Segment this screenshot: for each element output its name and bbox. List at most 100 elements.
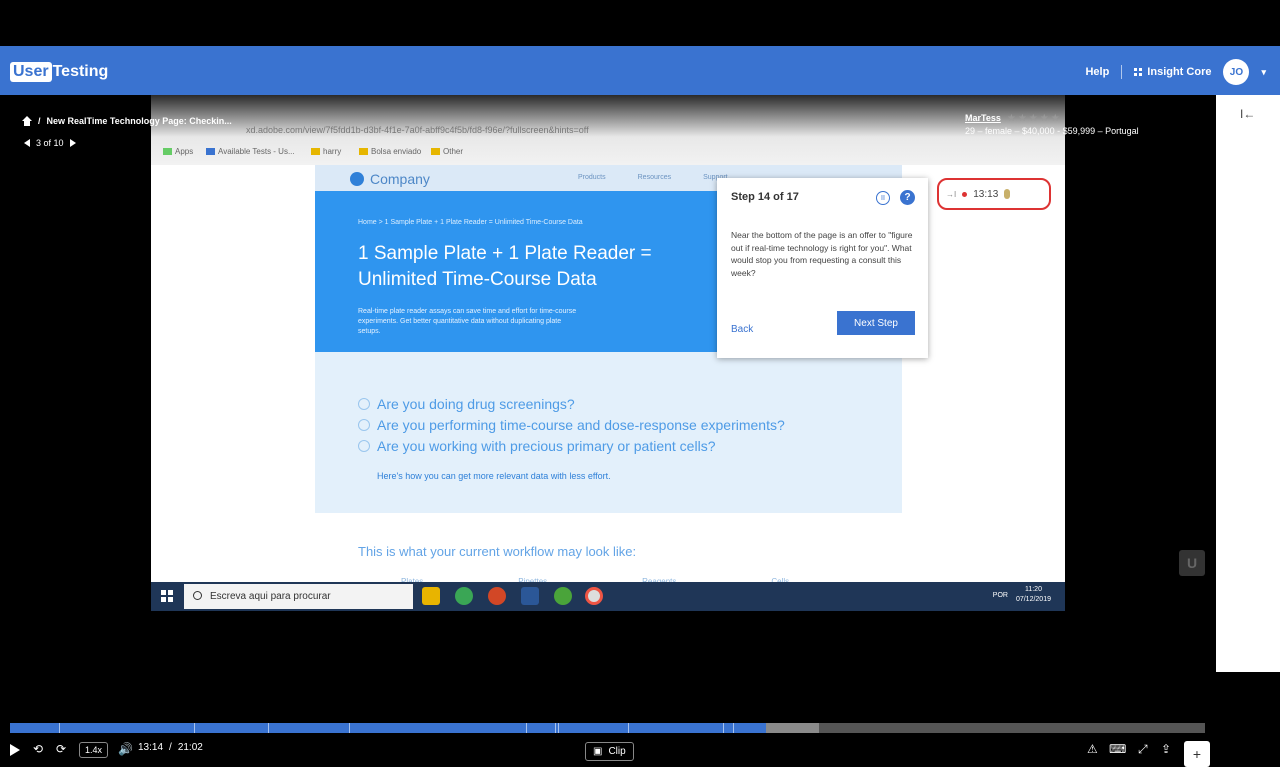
insight-core-label: Insight Core xyxy=(1147,66,1212,78)
current-time: 13:14 xyxy=(138,742,164,753)
step-instructions: Near the bottom of the page is an offer … xyxy=(731,230,913,278)
taskbar-clock: 11:20 07/12/2019 xyxy=(1016,585,1051,605)
windows-taskbar: Escreva aqui para procurar POR 11:20 07/… xyxy=(151,582,1065,611)
usertesting-badge-icon: U xyxy=(1179,550,1205,576)
segment-tick xyxy=(349,723,350,733)
workflow-heading: This is what your current workflow may l… xyxy=(358,544,637,559)
session-position: 3 of 10 xyxy=(36,138,64,148)
help-icon: ? xyxy=(900,190,915,205)
apps-icon xyxy=(163,148,172,155)
bookmark-label: Apps xyxy=(175,147,194,156)
site-nav-links: Products Resources Support xyxy=(578,174,728,181)
segment-tick xyxy=(723,723,724,733)
logo-text: Testing xyxy=(52,63,109,80)
chevron-down-icon[interactable]: ▾ xyxy=(1261,67,1266,78)
search-icon xyxy=(193,591,202,600)
play-icon[interactable] xyxy=(10,744,20,756)
site-logo: Company xyxy=(350,171,430,187)
fullscreen-icon[interactable]: ⤢ xyxy=(1138,742,1148,757)
list-item: Are you working with precious primary or… xyxy=(358,435,785,456)
site-logo-text: Company xyxy=(370,171,430,187)
next-step-button: Next Step xyxy=(837,311,915,335)
player-controls: ⟲ ⟳ 1.4x 🔊 13:14 / 21:02 ▣ Clip ⚠ ⌨ ⤢ ⇪ xyxy=(0,740,1216,762)
recording-icon xyxy=(962,191,968,197)
time-separator: / xyxy=(169,742,172,753)
question-text: Are you working with precious primary or… xyxy=(377,437,716,454)
app-header: User Testing Help Insight Core JO ▾ xyxy=(0,46,1280,95)
segment-tick xyxy=(59,723,60,733)
played-bar xyxy=(10,723,767,733)
add-note-button[interactable]: + xyxy=(1184,741,1210,767)
windows-icon xyxy=(161,590,173,602)
grid-icon xyxy=(1134,68,1143,76)
site-link: Here's how you can get more relevant dat… xyxy=(377,471,611,481)
insight-core-link[interactable]: Insight Core xyxy=(1134,66,1211,78)
segment-tick xyxy=(558,723,559,733)
question-text: Are you doing drug screenings? xyxy=(377,395,575,412)
progress-track[interactable] xyxy=(10,723,1205,733)
help-link[interactable]: Help xyxy=(1085,66,1109,78)
video-player: xd.adobe.com/view/7f5fdd1b-d3bf-4f1e-7a0… xyxy=(0,95,1216,767)
file-explorer-icon xyxy=(422,587,440,605)
segment-tick xyxy=(194,723,195,733)
usertesting-logo[interactable]: User Testing xyxy=(10,62,108,82)
forward-icon[interactable]: ⟳ xyxy=(56,742,66,756)
rewind-icon[interactable]: ⟲ xyxy=(33,742,43,756)
pause-icon: II xyxy=(876,191,890,205)
system-tray: POR 11:20 07/12/2019 xyxy=(993,585,1051,605)
keyboard-icon[interactable]: ⌨ xyxy=(1109,742,1126,756)
tester-name[interactable]: MarTess xyxy=(965,113,1001,123)
bookmark-bolsa: Bolsa enviado xyxy=(359,147,421,156)
company-logo-icon xyxy=(350,172,364,186)
check-circle-icon xyxy=(358,439,370,452)
folder-icon xyxy=(359,148,368,155)
clock-date: 07/12/2019 xyxy=(1015,596,1051,603)
playback-speed[interactable]: 1.4x xyxy=(79,742,109,758)
tester-info: MarTess ★★★★★ 29 – female – $40,000 - $59… xyxy=(965,112,1139,137)
share-icon[interactable]: ⇪ xyxy=(1161,742,1171,756)
recorder-widget: →I 13:13 xyxy=(937,178,1051,210)
session-title: New RealTime Technology Page: Checkin... xyxy=(46,116,232,126)
check-circle-icon xyxy=(358,397,370,410)
session-pager: 3 of 10 xyxy=(24,138,76,148)
previous-icon[interactable] xyxy=(24,139,30,147)
home-icon[interactable] xyxy=(22,116,32,126)
browser-chrome: xd.adobe.com/view/7f5fdd1b-d3bf-4f1e-7a0… xyxy=(151,95,1065,165)
volume-icon[interactable]: 🔊 xyxy=(118,742,133,756)
bottom-letterbox xyxy=(0,672,1280,720)
app-icon xyxy=(455,587,473,605)
task-step-panel: Step 14 of 17 II ? Near the bottom of th… xyxy=(717,178,928,358)
collapse-sidebar-icon[interactable]: I← xyxy=(1240,107,1255,121)
avatar[interactable]: JO xyxy=(1223,59,1250,85)
language-indicator: POR xyxy=(992,591,1008,599)
header-divider xyxy=(1121,65,1123,79)
bookmark-apps: Apps xyxy=(163,147,193,156)
word-icon xyxy=(521,587,539,605)
next-icon[interactable] xyxy=(69,139,76,147)
header-actions: Help Insight Core JO ▾ xyxy=(1085,59,1266,85)
segment-tick xyxy=(268,723,269,733)
bookmark-available-tests: Available Tests - Us... xyxy=(206,147,295,156)
star-rating-icon[interactable]: ★★★★★ xyxy=(1007,113,1062,124)
nav-products: Products xyxy=(578,174,606,181)
taskbar-search: Escreva aqui para procurar xyxy=(184,584,413,609)
powerpoint-icon xyxy=(488,587,506,605)
hero-subtitle: Real-time plate reader assays can save t… xyxy=(358,308,577,335)
segment-tick xyxy=(555,723,556,733)
logo-box-text: User xyxy=(10,62,52,82)
session-video[interactable]: xd.adobe.com/view/7f5fdd1b-d3bf-4f1e-7a0… xyxy=(151,95,1065,611)
back-button: Back xyxy=(731,324,754,335)
list-item: Are you performing time-course and dose-… xyxy=(358,414,785,435)
clip-button[interactable]: ▣ Clip xyxy=(585,742,634,761)
site-breadcrumb: Home > 1 Sample Plate + 1 Plate Reader =… xyxy=(358,219,583,226)
folder-icon xyxy=(431,148,440,155)
check-circle-icon xyxy=(358,418,370,431)
time-display: 13:14 / 21:02 xyxy=(138,742,203,753)
step-title: Step 14 of 17 xyxy=(731,191,799,203)
taskbar-search-text: Escreva aqui para procurar xyxy=(210,591,331,602)
film-icon: ▣ xyxy=(593,746,603,757)
bookmark-label: Other xyxy=(443,147,464,156)
warning-icon[interactable]: ⚠ xyxy=(1087,742,1098,756)
tester-demographics: 29 – female – $40,000 - $59,999 – Portug… xyxy=(965,126,1139,136)
question-text: Are you performing time-course and dose-… xyxy=(377,416,785,433)
